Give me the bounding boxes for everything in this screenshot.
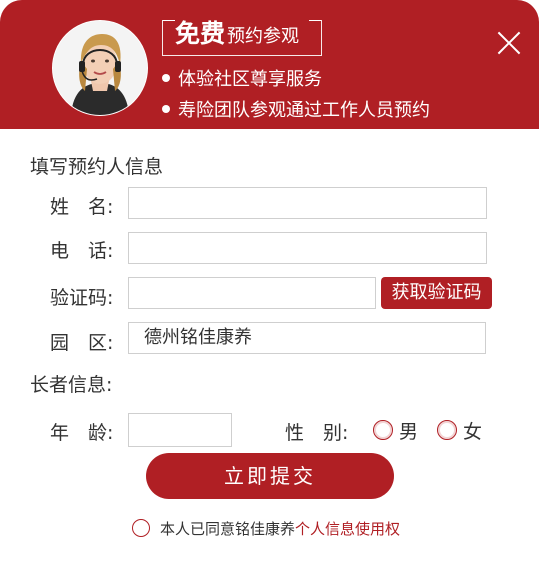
section-elder-title: 长者信息: — [30, 374, 113, 396]
age-label: 年 龄: — [50, 422, 114, 444]
code-label: 验证码: — [50, 287, 114, 309]
privacy-link[interactable]: 个人信息使用权 — [295, 520, 400, 538]
gender-label: 性 别: — [285, 422, 349, 444]
title-booking: 预约参观 — [227, 26, 300, 47]
phone-label: 电 话: — [50, 240, 114, 262]
verification-code-input[interactable] — [128, 277, 376, 309]
agreement-text: 本人已同意铭佳康养个人信息使用权 — [160, 518, 400, 539]
agree-text: 本人已同意铭佳康养 — [160, 520, 296, 538]
name-label: 姓 名: — [50, 196, 114, 218]
section-booker-title: 填写预约人信息 — [30, 156, 164, 178]
gender-female-radio[interactable] — [437, 420, 457, 440]
age-input[interactable] — [128, 413, 232, 447]
get-code-button[interactable]: 获取验证码 — [381, 277, 492, 309]
gender-male-label: 男 — [399, 421, 419, 443]
submit-button[interactable]: 立即提交 — [146, 453, 394, 499]
close-icon[interactable] — [494, 28, 524, 58]
park-select[interactable]: 德州铭佳康养 — [128, 322, 486, 354]
agree-checkbox[interactable] — [132, 519, 150, 537]
modal-header: 免费 预约参观 体验社区尊享服务 寿险团队参观通过工作人员预约 — [0, 0, 539, 129]
modal-title: 免费 预约参观 — [175, 14, 299, 50]
booking-modal: 免费 预约参观 体验社区尊享服务 寿险团队参观通过工作人员预约 填写预约人信息 姓… — [0, 0, 539, 561]
phone-input[interactable] — [128, 232, 487, 264]
bullet-text: 体验社区尊享服务 — [178, 69, 322, 90]
gender-male-radio[interactable] — [373, 420, 393, 440]
name-input[interactable] — [128, 187, 487, 219]
park-label: 园 区: — [50, 332, 114, 354]
customer-service-avatar — [52, 20, 148, 116]
bullet-item: 体验社区尊享服务 — [162, 65, 322, 91]
gender-female-label: 女 — [463, 421, 483, 443]
bullet-item: 寿险团队参观通过工作人员预约 — [162, 96, 430, 122]
bullet-dot-icon — [162, 74, 170, 82]
title-free: 免费 — [175, 19, 226, 48]
bullet-text: 寿险团队参观通过工作人员预约 — [178, 100, 430, 121]
bullet-dot-icon — [162, 105, 170, 113]
